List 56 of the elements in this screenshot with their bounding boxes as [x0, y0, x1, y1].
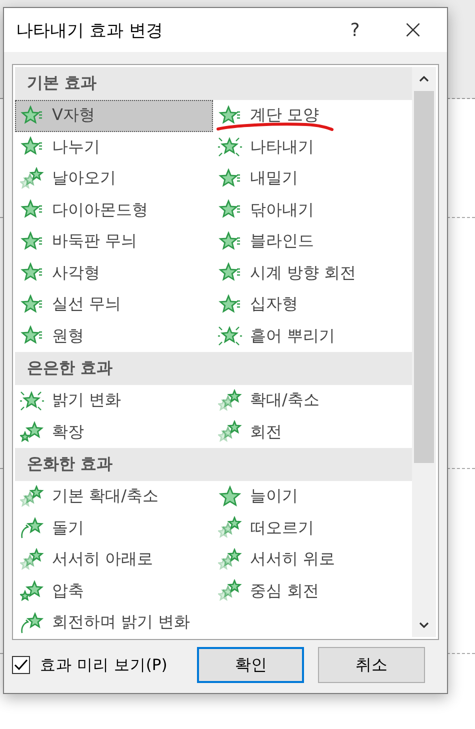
- effect-item[interactable]: 나누기: [15, 132, 213, 163]
- preview-checkbox[interactable]: [12, 656, 30, 674]
- section-header: 기본 효과: [15, 67, 412, 100]
- effect-item[interactable]: 늘이기: [213, 481, 412, 512]
- stars-icon: [218, 388, 242, 413]
- chevron-up-icon: [419, 76, 429, 82]
- effect-item[interactable]: 확장: [15, 416, 213, 448]
- effect-item[interactable]: V자형: [15, 100, 213, 132]
- effect-item[interactable]: 돌기: [15, 512, 213, 544]
- section-header: 은은한 효과: [15, 352, 412, 385]
- checkbox-label: 효과 미리 보기(P): [40, 654, 168, 676]
- stars-icon: [20, 548, 44, 572]
- effect-item[interactable]: 다이아몬드형: [15, 194, 213, 226]
- window-title: 나타내기 효과 변경: [16, 20, 164, 42]
- help-button[interactable]: ?: [325, 18, 385, 42]
- effect-item[interactable]: 날아오기: [15, 163, 213, 194]
- effect-item[interactable]: 십자형: [213, 289, 412, 320]
- effect-item[interactable]: 회전하며 밝기 변화: [15, 607, 213, 637]
- effect-item[interactable]: 회전: [213, 416, 412, 448]
- spinning-star-icon: [20, 610, 44, 635]
- effect-item[interactable]: 서서히 위로: [213, 544, 412, 576]
- stars-icon: [20, 166, 44, 191]
- chevron-down-icon: [419, 622, 429, 628]
- effect-item[interactable]: 닦아내기: [213, 194, 412, 226]
- effect-item[interactable]: 나타내기: [213, 132, 412, 163]
- effect-item[interactable]: 서서히 아래로: [15, 544, 213, 576]
- stars-icon: [218, 516, 242, 540]
- stars-icon: [218, 420, 242, 444]
- stars-icon: [218, 548, 242, 572]
- cancel-button[interactable]: 취소: [318, 647, 425, 683]
- effect-item[interactable]: 계단 모양: [213, 100, 412, 132]
- sparkle-star-icon: [20, 388, 44, 413]
- effect-item[interactable]: 실선 무늬: [15, 289, 213, 320]
- stars-icon: [20, 579, 44, 604]
- section-header: 온화한 효과: [15, 448, 412, 481]
- spinning-star-icon: [20, 516, 44, 540]
- effect-item[interactable]: 내밀기: [213, 163, 412, 194]
- scroll-thumb[interactable]: [414, 91, 434, 463]
- effect-item[interactable]: 바둑판 무늬: [15, 226, 213, 258]
- stars-icon: [218, 579, 242, 604]
- effect-item[interactable]: 흩어 뿌리기: [213, 320, 412, 352]
- close-button[interactable]: ×: [385, 14, 441, 46]
- effect-item[interactable]: 확대/축소: [213, 385, 412, 416]
- effect-item[interactable]: 시계 방향 회전: [213, 258, 412, 289]
- effect-item[interactable]: 압축: [15, 576, 213, 607]
- star-icon: [218, 484, 242, 509]
- effect-item[interactable]: 떠오르기: [213, 512, 412, 544]
- ok-button[interactable]: 확인: [197, 647, 304, 683]
- effect-item[interactable]: 사각형: [15, 258, 213, 289]
- effect-item[interactable]: 중심 회전: [213, 576, 412, 607]
- stars-icon: [20, 484, 44, 509]
- effect-item[interactable]: 밝기 변화: [15, 385, 213, 416]
- effect-item[interactable]: 원형: [15, 320, 213, 352]
- stars-icon: [20, 420, 44, 444]
- effect-item[interactable]: 기본 확대/축소: [15, 481, 213, 512]
- effect-item[interactable]: 블라인드: [213, 226, 412, 258]
